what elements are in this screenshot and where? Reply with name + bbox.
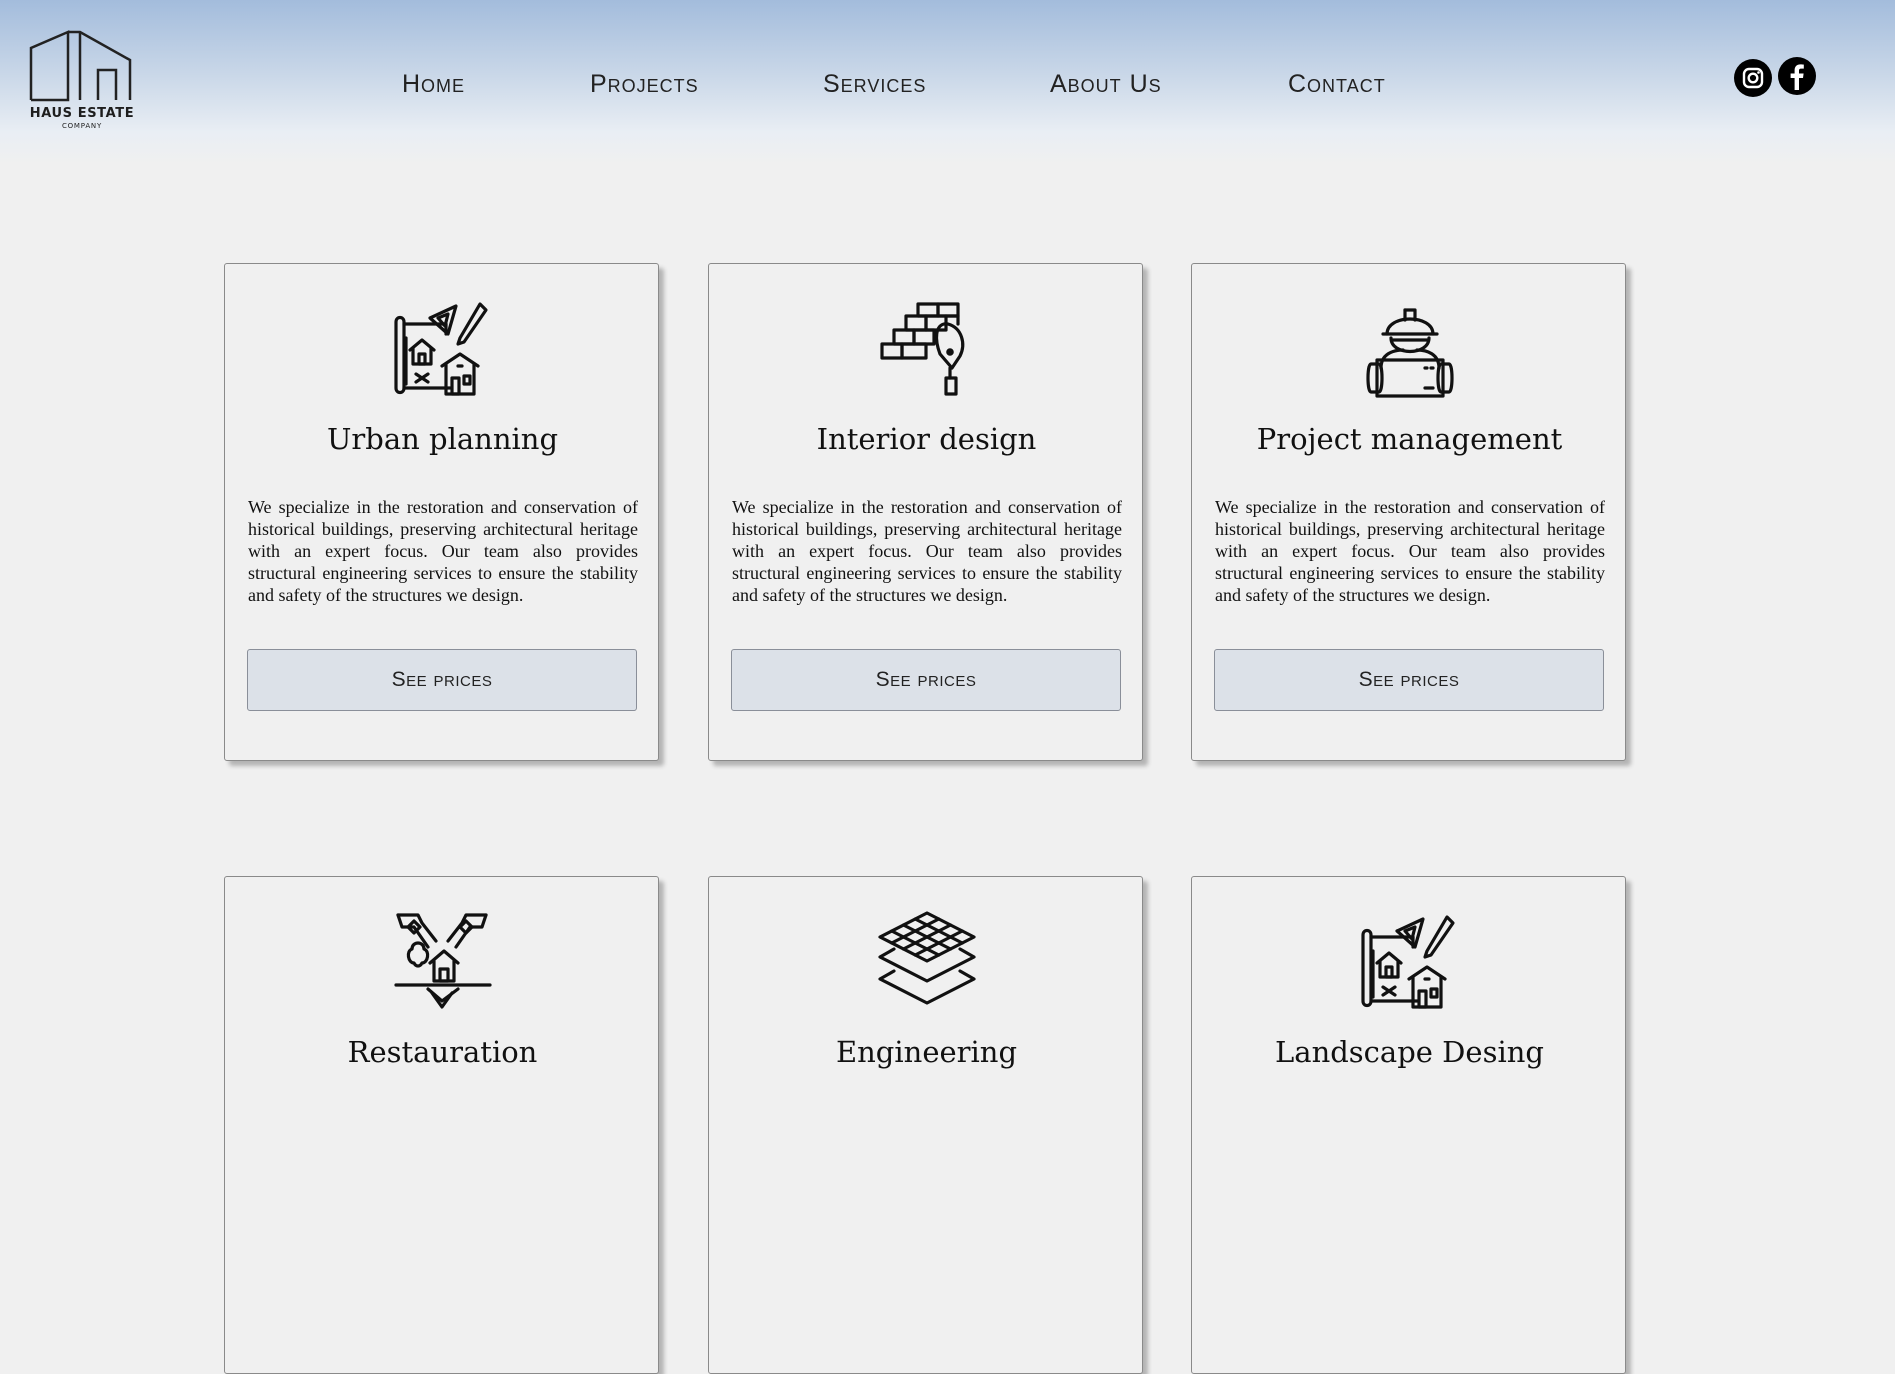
nav-projects[interactable]: Projects xyxy=(590,70,699,99)
card-title: Urban planning xyxy=(326,422,559,456)
site-header: HAUS ESTATE COMPANY Home Projects Servic… xyxy=(0,0,1895,165)
nav-contact[interactable]: Contact xyxy=(1288,70,1386,99)
haus-estate-logo[interactable]: HAUS ESTATE COMPANY xyxy=(28,30,136,134)
engineering-icon xyxy=(876,911,978,1013)
service-card-project-management: Project management We specialize in the … xyxy=(1191,263,1626,761)
card-title: Interior design xyxy=(816,422,1037,456)
service-card-interior-design: Interior design We specialize in the res… xyxy=(708,263,1143,761)
nav-home[interactable]: Home xyxy=(402,70,465,99)
card-description: We specialize in the restoration and con… xyxy=(1215,497,1605,605)
see-prices-button[interactable]: See prices xyxy=(247,649,637,711)
restauration-icon xyxy=(392,911,494,1013)
instagram-icon[interactable] xyxy=(1734,59,1772,97)
logo-subtitle: COMPANY xyxy=(61,122,103,130)
service-card-urban-planning: Urban planning We specialize in the rest… xyxy=(224,263,659,761)
landscape-design-icon xyxy=(1359,911,1461,1013)
nav-services[interactable]: Services xyxy=(823,70,926,99)
project-management-icon xyxy=(1359,298,1461,400)
see-prices-button[interactable]: See prices xyxy=(731,649,1121,711)
card-title: Restauration xyxy=(347,1035,538,1069)
card-title: Landscape Desing xyxy=(1275,1035,1544,1069)
service-card-engineering: Engineering xyxy=(708,876,1143,1374)
urban-planning-icon xyxy=(392,298,494,400)
card-description: We specialize in the restoration and con… xyxy=(732,497,1122,605)
card-title: Project management xyxy=(1256,422,1563,456)
logo-house-mark xyxy=(29,30,132,102)
service-card-landscape-design: Landscape Desing xyxy=(1191,876,1626,1374)
card-title: Engineering xyxy=(835,1035,1018,1069)
card-description: We specialize in the restoration and con… xyxy=(248,497,638,605)
nav-about-us[interactable]: About Us xyxy=(1050,70,1162,99)
facebook-icon[interactable] xyxy=(1778,57,1816,95)
logo-name: HAUS ESTATE xyxy=(29,106,135,121)
see-prices-button[interactable]: See prices xyxy=(1214,649,1604,711)
interior-design-icon xyxy=(876,298,978,400)
service-card-restauration: Restauration xyxy=(224,876,659,1374)
